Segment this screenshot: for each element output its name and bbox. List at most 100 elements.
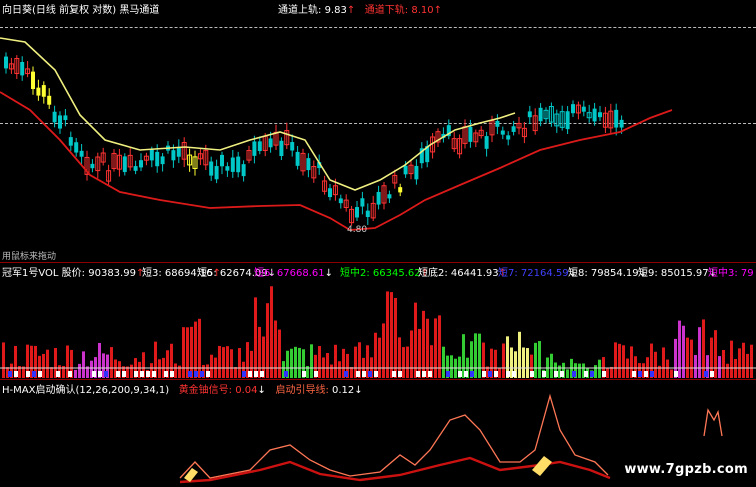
volume-bar: [210, 354, 213, 378]
volume-bar: [318, 346, 321, 378]
volume-baseline-segment: [470, 371, 474, 377]
vol-legend-item: 短8: 79854.19↓: [568, 264, 647, 279]
volume-baseline-segment: [14, 371, 18, 377]
volume-bar: [350, 367, 353, 378]
volume-bar: [294, 346, 297, 378]
candle-body: [155, 151, 160, 167]
volume-bar: [46, 349, 49, 378]
vol-legend-item: 短底2: 46441.93↑: [418, 264, 507, 279]
candle-body: [360, 198, 365, 207]
candle-body: [41, 85, 46, 97]
volume-baseline-segment: [200, 371, 204, 377]
volume-bar: [690, 339, 693, 378]
volume-bar: [270, 286, 273, 378]
volume-bar: [566, 369, 569, 378]
volume-bar: [414, 302, 417, 378]
volume-baseline-segment: [560, 371, 564, 377]
candle-body: [52, 111, 57, 123]
volume-bar: [598, 359, 601, 378]
volume-bar: [614, 342, 617, 378]
volume-bar: [654, 351, 657, 378]
volume-bar: [522, 347, 525, 378]
volume-baseline-segment: [632, 371, 636, 377]
volume-baseline-segment: [458, 371, 462, 377]
volume-baseline-segment: [650, 371, 654, 377]
volume-baseline-segment: [194, 371, 198, 377]
volume-baseline-segment: [428, 371, 432, 377]
vol-legend-text: 短中3: 79: [708, 268, 754, 279]
candle-body: [230, 157, 235, 172]
panel-divider-vol: [0, 262, 756, 263]
candle-body: [538, 107, 543, 122]
vol-legend-text: 短底2: 46441.93: [418, 268, 499, 279]
vol-legend-item: 短7: 72164.59↓: [498, 264, 577, 279]
candle-body: [171, 150, 176, 161]
volume-bar: [186, 327, 189, 378]
hmax-panel-header: H-MAX启动确认(12,26,200,9,34,1) 黄金铀信号: 0.04↓…: [2, 381, 363, 396]
volume-bar: [50, 367, 53, 378]
volume-bar: [498, 368, 501, 378]
volume-baseline-segment: [68, 371, 72, 377]
volume-bar: [190, 326, 193, 378]
candle-body: [176, 146, 181, 157]
volume-baseline-segment: [164, 371, 168, 377]
volume-bar: [610, 366, 613, 378]
volume-bar: [158, 359, 161, 378]
candle-body: [527, 111, 532, 118]
volume-bar: [226, 346, 229, 378]
volume-bar: [714, 330, 717, 378]
volume-baseline-segment: [116, 371, 120, 377]
candle-body: [290, 142, 295, 151]
volume-bar: [394, 298, 397, 378]
candle-body: [376, 191, 381, 205]
volume-baseline-segment: [572, 371, 576, 377]
volume-baseline-segment: [464, 371, 468, 377]
candle-body: [220, 154, 224, 167]
candlestick-chart[interactable]: [0, 0, 756, 487]
volume-bar: [578, 363, 581, 378]
volume-bar: [234, 367, 237, 378]
volume-baseline-segment: [674, 371, 678, 377]
hmax-panel-title: H-MAX启动确认(12,26,200,9,34,1): [2, 385, 170, 396]
vol-legend-item: 短中3: 79: [708, 264, 754, 279]
volume-baseline-segment: [152, 371, 156, 377]
guide-line-arrow-icon: ↓: [354, 385, 363, 396]
volume-baseline-segment: [356, 371, 360, 377]
volume-bar: [238, 348, 241, 378]
volume-bar: [78, 363, 81, 378]
volume-bar: [258, 326, 261, 378]
candle-body: [241, 164, 246, 177]
candle-body: [74, 142, 79, 153]
candle-body: [160, 156, 165, 165]
candle-body: [122, 156, 127, 173]
volume-baseline-segment: [362, 371, 366, 377]
candle-body: [328, 188, 332, 198]
volume-bar: [682, 325, 685, 378]
volume-bar: [198, 318, 201, 378]
volume-baseline-segment: [134, 371, 138, 377]
volume-baseline-segment: [260, 371, 264, 377]
candle-body: [236, 156, 241, 173]
candle-body: [252, 141, 257, 156]
candle-body: [506, 135, 511, 140]
volume-bar: [550, 353, 553, 378]
candle-body: [68, 137, 73, 146]
volume-baseline-segment: [644, 371, 648, 377]
volume-bar: [42, 353, 45, 378]
volume-baseline-segment: [140, 371, 144, 377]
volume-bar: [426, 318, 429, 378]
volume-bar: [406, 346, 409, 378]
vol-legend-item: 短中2: 66345.62↑: [340, 264, 429, 279]
volume-baseline-segment: [188, 371, 192, 377]
candle-body: [581, 106, 586, 112]
volume-bar: [194, 321, 197, 378]
volume-bar: [606, 367, 609, 378]
volume-bar: [130, 364, 133, 378]
volume-bar: [726, 363, 729, 378]
volume-bar: [718, 356, 721, 378]
candle-body: [257, 141, 262, 152]
vol-panel-header: 冠军1号VOL 股价: 90383.99↑: [2, 264, 144, 279]
candle-body: [414, 165, 419, 180]
volume-baseline-segment: [26, 371, 30, 377]
guide-line-value: 0.12: [332, 385, 355, 396]
